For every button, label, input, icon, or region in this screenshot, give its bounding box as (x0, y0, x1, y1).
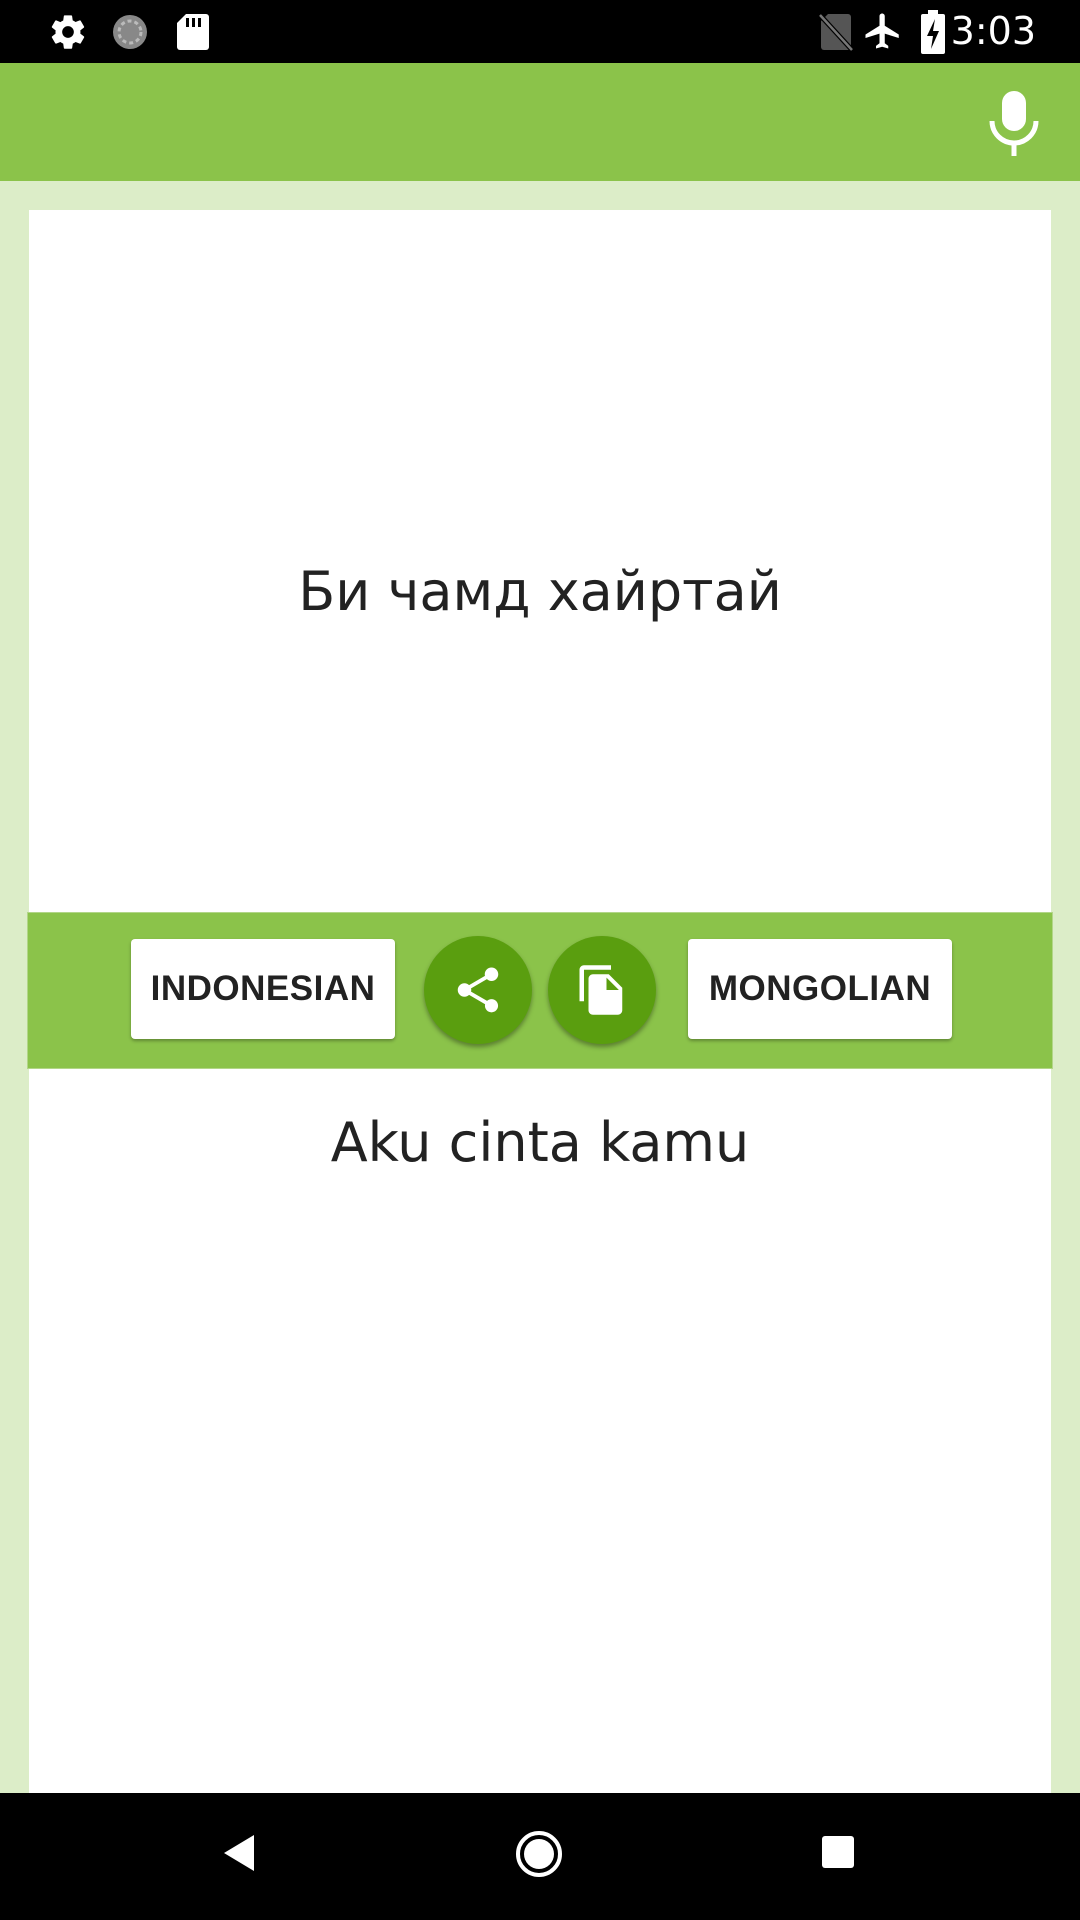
screen: 3:03 Би чамд хайртай INDONESIAN MONGOLIA… (0, 0, 1080, 1920)
share-button[interactable] (424, 936, 532, 1044)
recents-icon (822, 1836, 854, 1868)
share-icon (457, 967, 499, 1013)
copy-button[interactable] (548, 936, 656, 1044)
no-sim-icon (818, 12, 854, 52)
recents-button[interactable] (821, 1835, 855, 1874)
app-bar (0, 63, 1080, 181)
translation-input-panel[interactable]: Aku cinta kamu (29, 1069, 1051, 1823)
translation-input-text[interactable]: Aku cinta kamu (29, 1111, 1051, 1174)
home-icon (516, 1831, 562, 1877)
microphone-button[interactable] (984, 89, 1044, 159)
target-language-button[interactable]: MONGOLIAN (688, 939, 952, 1039)
sd-card-icon (176, 12, 210, 52)
back-button[interactable] (222, 1833, 256, 1878)
navigation-bar (0, 1793, 1080, 1920)
airplane-mode-icon (862, 10, 904, 52)
translation-output-text: Би чамд хайртай (298, 560, 782, 623)
microphone-icon (989, 91, 1039, 156)
back-icon (224, 1835, 254, 1871)
copy-icon (579, 965, 623, 1015)
sync-icon (110, 12, 150, 52)
source-language-button[interactable]: INDONESIAN (131, 939, 395, 1039)
translation-output-panel: Би чамд хайртай (29, 210, 1051, 912)
home-button[interactable] (515, 1830, 563, 1883)
status-bar: 3:03 (0, 0, 1080, 63)
battery-charging-icon (920, 10, 946, 54)
language-toolbar: INDONESIAN MONGOLIAN (27, 912, 1053, 1069)
settings-icon (48, 12, 88, 52)
status-clock: 3:03 (950, 9, 1036, 53)
content-area: Би чамд хайртай INDONESIAN MONGOLIAN Aku… (0, 181, 1080, 1920)
